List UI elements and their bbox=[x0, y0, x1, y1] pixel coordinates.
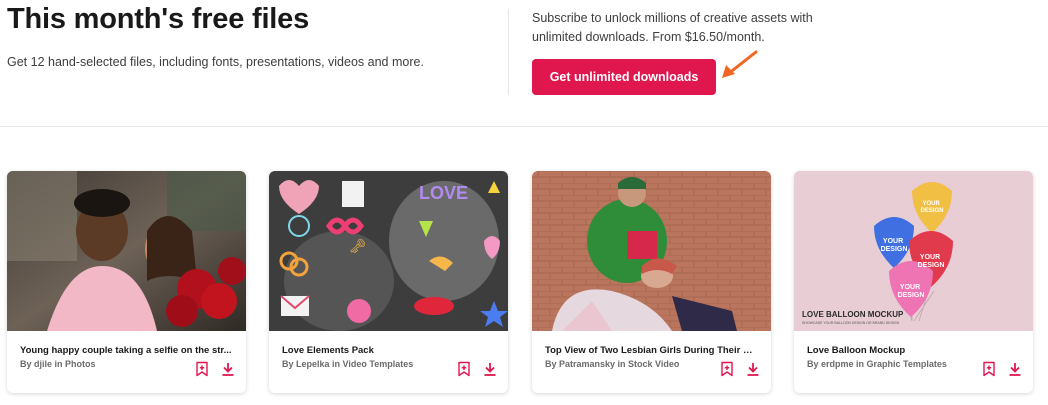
pointer-arrow-icon bbox=[722, 50, 758, 78]
love-elements-image: LOVE 🗝 bbox=[269, 171, 508, 331]
file-card[interactable]: LOVE 🗝 Love Elements Pack By Lepelka in … bbox=[269, 171, 508, 393]
brick-pavement-couple-image bbox=[532, 171, 771, 331]
file-author-category[interactable]: By erdpme in Graphic Templates bbox=[807, 359, 947, 369]
file-author-category[interactable]: By djile in Photos bbox=[20, 359, 96, 369]
thumbnail-title: LOVE BALLOON MOCKUP bbox=[802, 310, 904, 319]
love-balloon-mockup-image: YOUR DESIGN YOUR DESIGN YOUR DESIGN YOUR… bbox=[794, 171, 1033, 331]
file-author-category[interactable]: By Lepelka in Video Templates bbox=[282, 359, 413, 369]
file-actions bbox=[194, 361, 236, 377]
svg-text:LOVE: LOVE bbox=[419, 183, 468, 203]
download-icon[interactable] bbox=[745, 361, 761, 377]
file-title[interactable]: Young happy couple taking a selfie on th… bbox=[20, 345, 232, 356]
bookmark-plus-icon[interactable] bbox=[981, 361, 997, 377]
bookmark-plus-icon[interactable] bbox=[456, 361, 472, 377]
file-card[interactable]: Top View of Two Lesbian Girls During The… bbox=[532, 171, 771, 393]
balloon-design-text: YOUR DESIGN bbox=[920, 201, 943, 214]
header-divider bbox=[508, 9, 509, 95]
file-actions bbox=[719, 361, 761, 377]
file-thumbnail[interactable]: YOUR DESIGN YOUR DESIGN YOUR DESIGN YOUR… bbox=[794, 171, 1033, 331]
file-actions bbox=[456, 361, 498, 377]
file-title[interactable]: Top View of Two Lesbian Girls During The… bbox=[545, 345, 757, 356]
file-author-category[interactable]: By Patramansky in Stock Video bbox=[545, 359, 679, 369]
page-title: This month's free files bbox=[7, 3, 310, 35]
balloon-design-text: YOUR DESIGN bbox=[881, 238, 908, 253]
balloon-design-text: YOUR DESIGN bbox=[918, 254, 945, 269]
couple-selfie-image bbox=[7, 171, 246, 331]
page-subtitle: Get 12 hand-selected files, including fo… bbox=[7, 55, 424, 69]
svg-text:🗝: 🗝 bbox=[349, 238, 367, 254]
get-unlimited-downloads-button[interactable]: Get unlimited downloads bbox=[532, 59, 716, 95]
file-thumbnail[interactable] bbox=[7, 171, 246, 331]
download-icon[interactable] bbox=[1007, 361, 1023, 377]
bookmark-plus-icon[interactable] bbox=[194, 361, 210, 377]
subscribe-promo-text: Subscribe to unlock millions of creative… bbox=[532, 11, 813, 44]
bookmark-plus-icon[interactable] bbox=[719, 361, 735, 377]
thumbnail-subtitle: SHOWCASE YOUR BALLOON DESIGN OR BRAND DE… bbox=[802, 321, 900, 325]
file-card[interactable]: Young happy couple taking a selfie on th… bbox=[7, 171, 246, 393]
balloon-design-text: YOUR DESIGN bbox=[898, 284, 925, 299]
download-icon[interactable] bbox=[482, 361, 498, 377]
file-title[interactable]: Love Elements Pack bbox=[282, 345, 494, 356]
free-files-header: This month's free files Get 12 hand-sele… bbox=[0, 0, 1048, 127]
file-card[interactable]: YOUR DESIGN YOUR DESIGN YOUR DESIGN YOUR… bbox=[794, 171, 1033, 393]
file-title[interactable]: Love Balloon Mockup bbox=[807, 345, 1019, 356]
file-actions bbox=[981, 361, 1023, 377]
download-icon[interactable] bbox=[220, 361, 236, 377]
file-thumbnail[interactable]: LOVE 🗝 bbox=[269, 171, 508, 331]
file-thumbnail[interactable] bbox=[532, 171, 771, 331]
